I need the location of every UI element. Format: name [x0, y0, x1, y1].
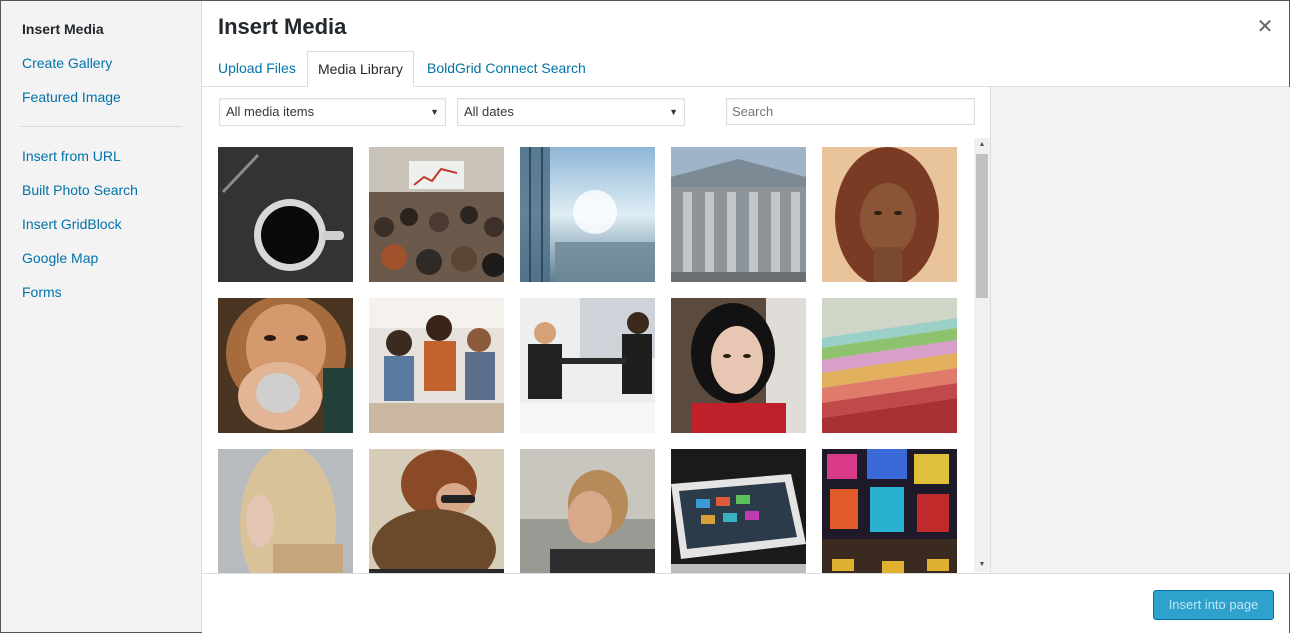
grid-scrollbar[interactable]: ▲ ▼ [974, 138, 990, 572]
media-thumb-tablet[interactable] [671, 449, 806, 573]
media-thumb-team-meeting[interactable] [369, 298, 504, 433]
menu-forms[interactable]: Forms [22, 283, 62, 301]
menu-built-photo-search[interactable]: Built Photo Search [22, 181, 138, 199]
date-select[interactable]: All dates ▼ [457, 98, 685, 126]
media-thumb-dark-hair-woman[interactable] [671, 298, 806, 433]
menu-google-map[interactable]: Google Map [22, 249, 98, 267]
media-thumb-man-scarf[interactable] [369, 449, 504, 573]
modal-title: Insert Media [218, 14, 347, 39]
menu-create-gallery[interactable]: Create Gallery [22, 54, 112, 72]
modal-footer [202, 573, 1289, 633]
media-sidebar: Insert Media Create Gallery Featured Ima… [1, 1, 202, 632]
date-value: All dates [464, 104, 514, 119]
media-thumb-building[interactable] [671, 147, 806, 282]
attachment-details-panel [990, 87, 1290, 573]
media-thumb-conference[interactable] [369, 147, 504, 282]
tab-boldgrid-connect-search[interactable]: BoldGrid Connect Search [417, 51, 596, 86]
menu-insert-media[interactable]: Insert Media [22, 20, 104, 38]
media-thumb-woman-portrait[interactable] [822, 147, 957, 282]
scroll-up-icon[interactable]: ▲ [974, 138, 990, 152]
media-type-select[interactable]: All media items ▼ [219, 98, 446, 126]
menu-insert-from-url[interactable]: Insert from URL [22, 147, 121, 165]
menu-insert-gridblock[interactable]: Insert GridBlock [22, 215, 122, 233]
close-icon[interactable]: ✕ [1253, 15, 1277, 39]
media-thumb-handshake[interactable] [520, 298, 655, 433]
insert-into-page-button[interactable]: Insert into page [1153, 590, 1274, 620]
media-type-value: All media items [226, 104, 315, 119]
media-modal: Insert Media Create Gallery Featured Ima… [0, 0, 1290, 633]
tab-media-library[interactable]: Media Library [307, 51, 414, 87]
dropdown-arrow-icon: ▼ [669, 107, 678, 117]
media-thumb-blonde-woman[interactable] [218, 449, 353, 573]
scroll-thumb[interactable] [976, 154, 988, 298]
media-thumb-man-looking[interactable] [520, 449, 655, 573]
menu-featured-image[interactable]: Featured Image [22, 88, 121, 106]
media-thumb-city-night[interactable] [822, 449, 957, 573]
dropdown-arrow-icon: ▼ [430, 107, 439, 117]
tab-upload-files[interactable]: Upload Files [208, 51, 306, 86]
media-thumb-coffee-cup[interactable] [218, 147, 353, 282]
media-grid [218, 147, 978, 573]
media-thumb-woman-mug[interactable] [218, 298, 353, 433]
search-input[interactable] [726, 98, 975, 125]
media-thumb-paper-stack[interactable] [822, 298, 957, 433]
media-thumb-city-window[interactable] [520, 147, 655, 282]
scroll-down-icon[interactable]: ▼ [974, 558, 990, 572]
menu-separator [21, 126, 181, 127]
